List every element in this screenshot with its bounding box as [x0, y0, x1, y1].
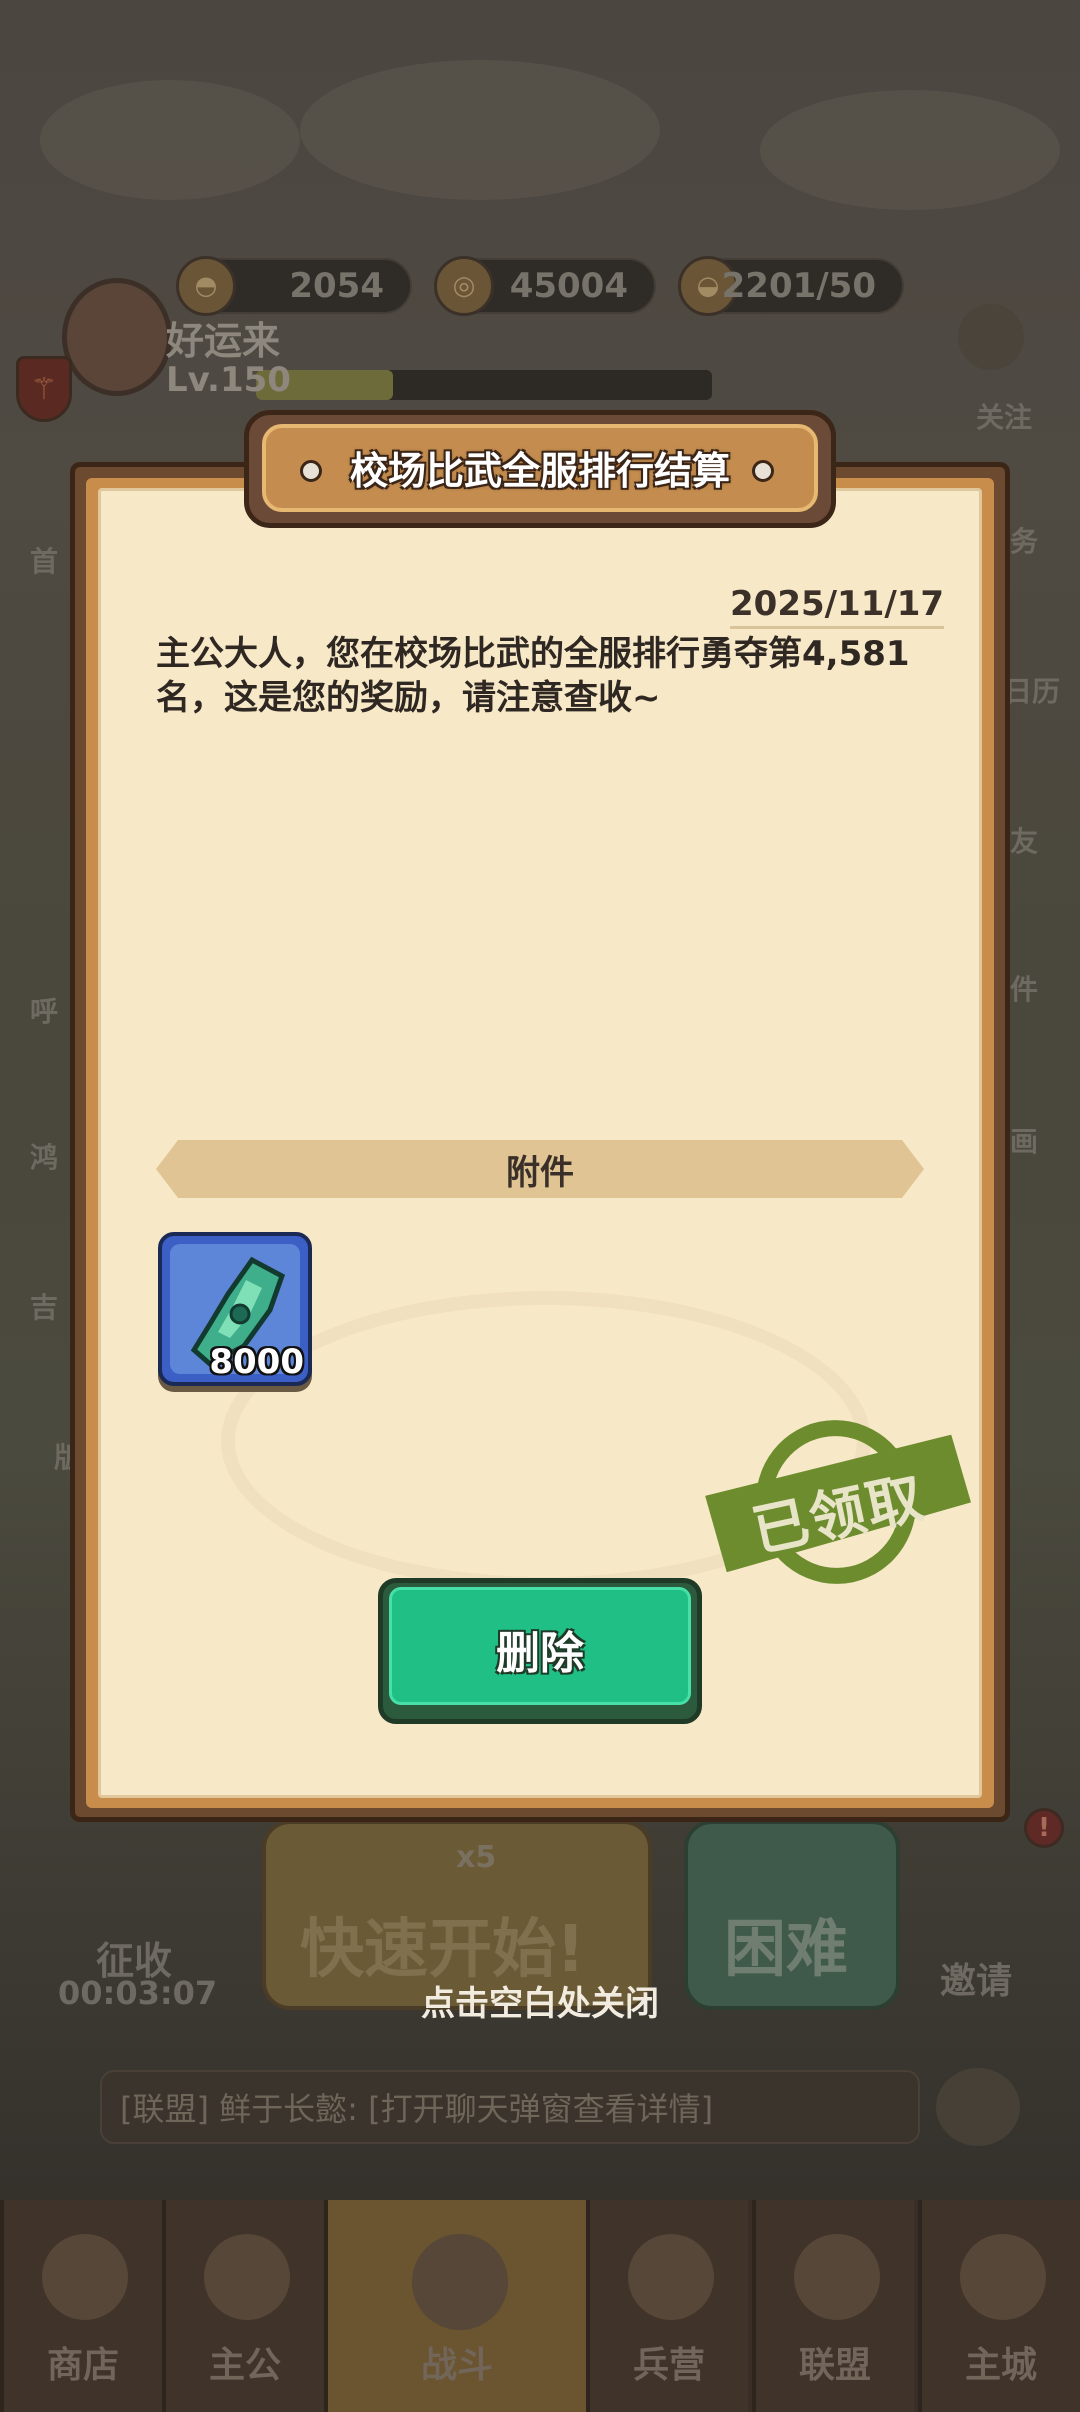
- tab-label: 商店: [46, 2345, 119, 2386]
- gold-value: 2054: [289, 266, 384, 306]
- mail-date: 2025/11/17: [730, 584, 945, 629]
- side-left-2[interactable]: 呼: [30, 990, 58, 1030]
- gold-resource[interactable]: ◓ 2054: [176, 256, 412, 316]
- coin-value: 45004: [509, 266, 628, 306]
- follow-icon[interactable]: [958, 304, 1024, 370]
- attachment-header: 附件: [156, 1140, 924, 1198]
- tab-label: 联盟: [798, 2345, 871, 2386]
- item-quantity: 8000: [209, 1342, 304, 1382]
- tab-shop[interactable]: 商店: [0, 2200, 162, 2412]
- tab-label: 战斗: [420, 2345, 493, 2386]
- tab-label: 主城: [964, 2345, 1037, 2386]
- shop-icon: [42, 2234, 128, 2320]
- chat-bubble-icon[interactable]: [936, 2068, 1020, 2146]
- side-right-5[interactable]: 画: [1010, 1120, 1038, 1160]
- city-icon: [960, 2234, 1046, 2320]
- tab-battle[interactable]: 战斗: [324, 2200, 586, 2412]
- xp-bar: [256, 370, 712, 400]
- delete-button-label: 删除: [496, 1628, 584, 1679]
- tab-label: 兵营: [632, 2345, 705, 2386]
- chat-bar[interactable]: [联盟] 鲜于长懿: [打开聊天弹窗查看详情]: [100, 2070, 920, 2144]
- cloud: [40, 80, 300, 200]
- crossed-swords-icon: [412, 2234, 508, 2330]
- coin-resource[interactable]: ◎ 45004: [434, 256, 656, 316]
- player-level: Lv.150: [166, 360, 291, 400]
- quick-start-cost: x5: [456, 1840, 497, 1875]
- side-left-3[interactable]: 鸿: [30, 1136, 58, 1176]
- side-left-4[interactable]: 吉: [30, 1286, 58, 1326]
- barracks-icon: [628, 2234, 714, 2320]
- follow-label: 关注: [976, 401, 1033, 434]
- coin-icon: ◎: [434, 256, 494, 316]
- attachment-item[interactable]: 8000: [158, 1232, 312, 1386]
- tab-main-city[interactable]: 主城: [918, 2200, 1080, 2412]
- food-resource[interactable]: ◒ 2201/50: [678, 256, 904, 316]
- chat-text: [联盟] 鲜于长懿: [打开聊天弹窗查看详情]: [120, 2090, 714, 2128]
- difficulty-label: 困难: [724, 1912, 849, 1985]
- mail-body: 主公大人，您在校场比武的全服排行勇夺第4,581名，这是您的奖励，请注意查收~: [156, 634, 910, 718]
- tab-alliance[interactable]: 联盟: [752, 2200, 914, 2412]
- delete-button[interactable]: 删除: [378, 1578, 702, 1724]
- tab-lord[interactable]: 主公: [162, 2200, 324, 2412]
- cloud: [300, 60, 660, 200]
- food-value: 2201/50: [721, 266, 876, 306]
- mail-title: 校场比武全服排行结算: [349, 449, 730, 493]
- cloud: [760, 90, 1060, 210]
- alliance-icon: [794, 2234, 880, 2320]
- gold-ingot-icon: ◓: [176, 256, 236, 316]
- side-right-2[interactable]: 日历: [1004, 670, 1060, 710]
- tab-barracks[interactable]: 兵营: [586, 2200, 748, 2412]
- side-left-1[interactable]: 首: [30, 540, 58, 580]
- player-name: 好运来: [166, 319, 281, 363]
- tab-label: 主公: [208, 2345, 281, 2386]
- rank-shield-icon: ⚚: [16, 356, 72, 422]
- side-right-3[interactable]: 友: [1010, 820, 1038, 860]
- side-right-4[interactable]: 件: [1010, 968, 1038, 1008]
- close-hint[interactable]: 点击空白处关闭: [0, 1976, 1080, 2025]
- notification-dot: !: [1024, 1808, 1064, 1848]
- avatar[interactable]: [62, 278, 172, 396]
- lord-icon: [204, 2234, 290, 2320]
- side-right-1[interactable]: 务: [1010, 520, 1038, 560]
